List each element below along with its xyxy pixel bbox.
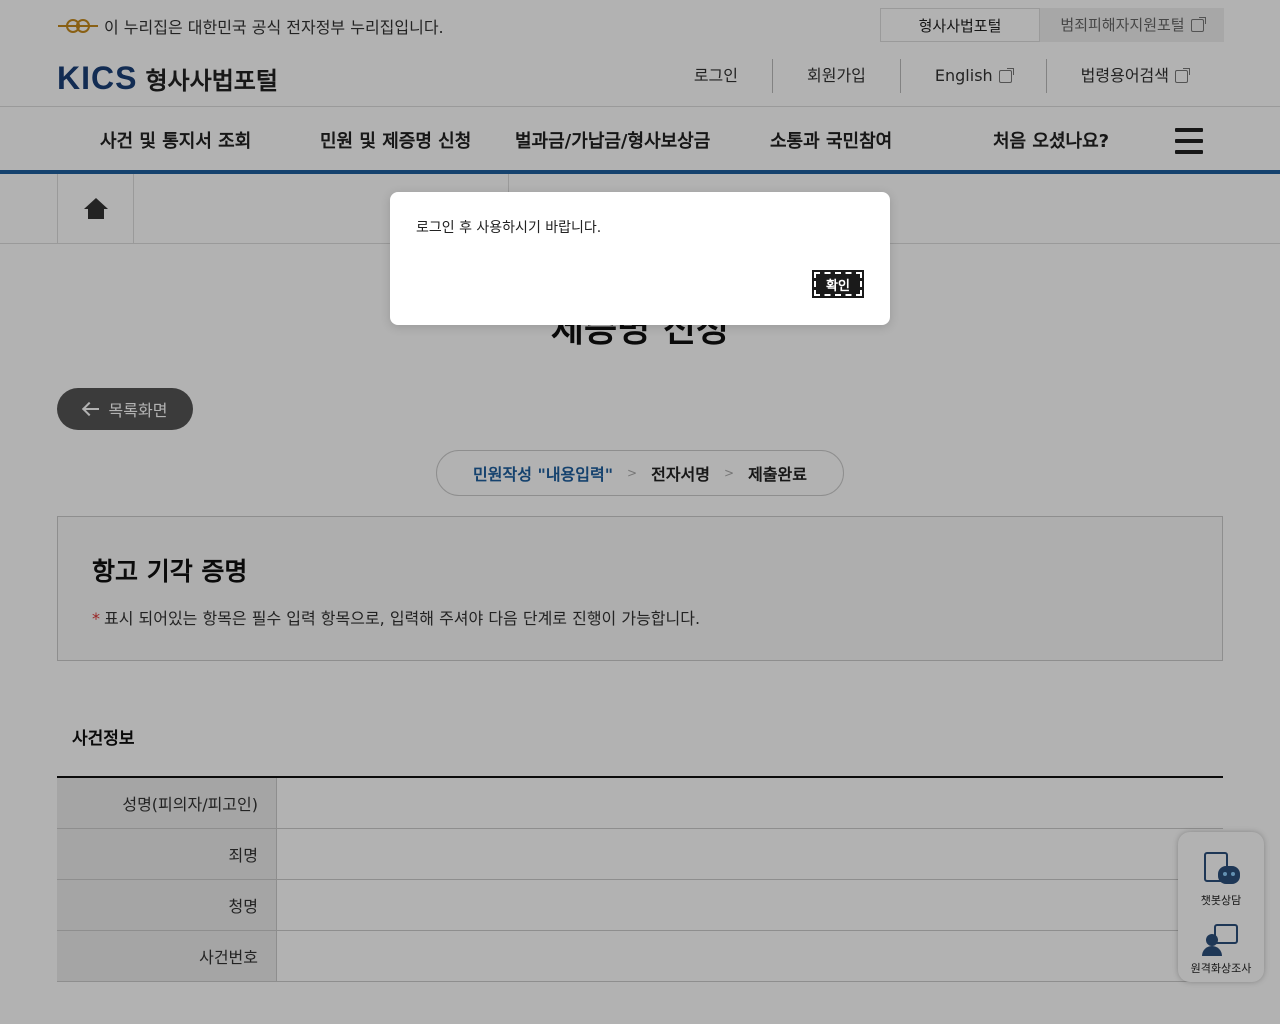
alert-message: 로그인 후 사용하시기 바랍니다. xyxy=(416,220,602,236)
alert-dialog: 로그인 후 사용하시기 바랍니다. 확인 xyxy=(390,192,890,325)
modal-overlay[interactable] xyxy=(0,0,1280,1024)
confirm-button[interactable]: 확인 xyxy=(812,270,864,298)
